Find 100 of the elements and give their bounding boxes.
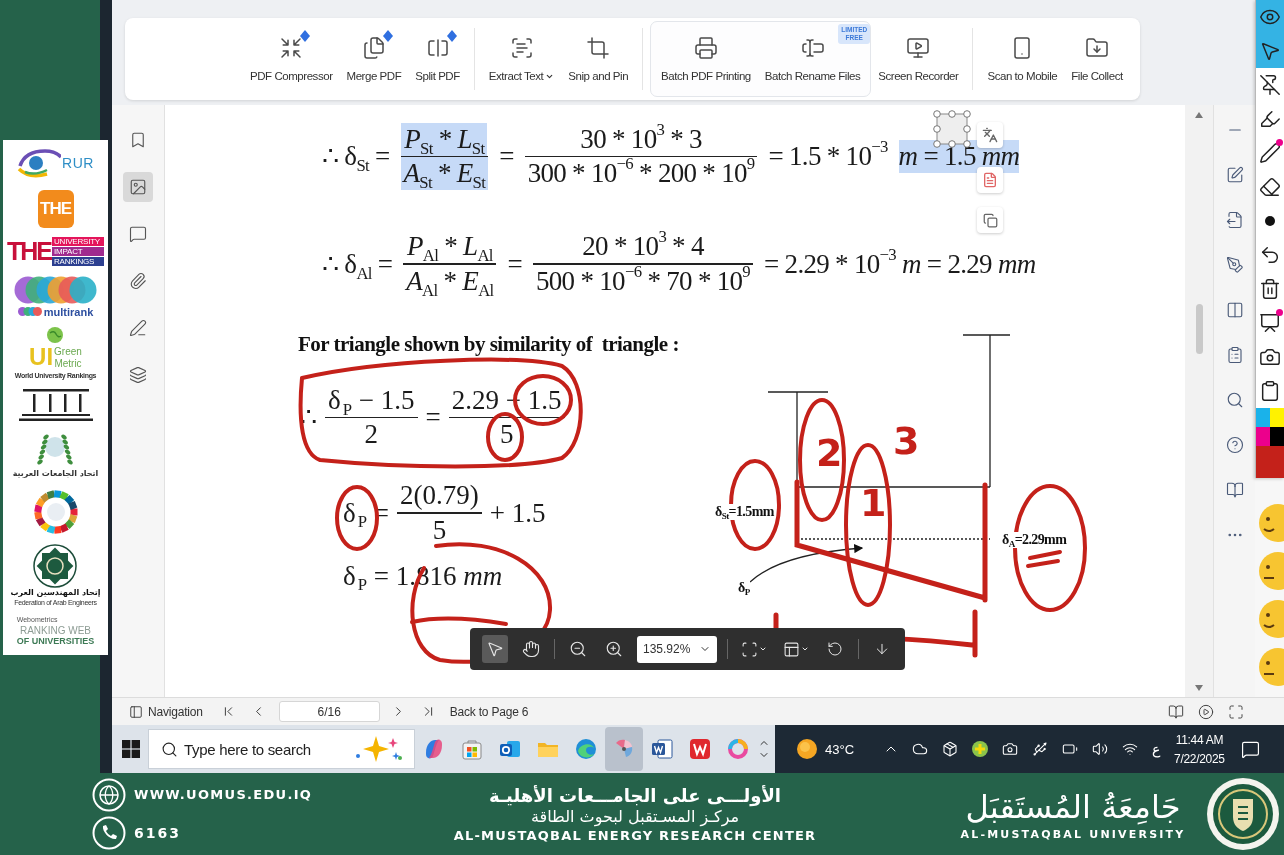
emoji-icon bbox=[1258, 599, 1284, 639]
form-list-icon[interactable] bbox=[1225, 346, 1244, 364]
wave-app-icon bbox=[575, 738, 597, 760]
scroll-up-icon[interactable] bbox=[1195, 112, 1203, 118]
undo-icon bbox=[1259, 244, 1281, 266]
tool-button[interactable]: Merge PDF bbox=[339, 36, 409, 82]
text-cursor-input-icon bbox=[800, 36, 825, 60]
university-seal-icon bbox=[1206, 777, 1280, 851]
translate-button[interactable] bbox=[977, 122, 1003, 148]
website-text: WWW.UOMUS.EDU.IQ bbox=[134, 787, 313, 803]
back-to-page-link[interactable]: Back to Page 6 bbox=[449, 704, 529, 719]
play-icon[interactable] bbox=[1198, 703, 1214, 720]
equation-text: = 1.5 * 10$^{−3}$ bbox=[768, 140, 888, 173]
tool-button[interactable]: Screen Recorder bbox=[871, 36, 966, 82]
caret-icon bbox=[801, 645, 809, 653]
help-icon[interactable] bbox=[1225, 436, 1244, 454]
cloud-icon[interactable] bbox=[912, 741, 929, 757]
pin-off-icon bbox=[1259, 74, 1281, 96]
tool-button[interactable]: Snip and Pin bbox=[561, 36, 636, 82]
book-icon[interactable] bbox=[1225, 481, 1244, 499]
plus-circle-icon[interactable] bbox=[972, 741, 989, 757]
notification-icon[interactable] bbox=[1240, 739, 1260, 759]
eye-tool-button[interactable] bbox=[1256, 0, 1284, 34]
scan-text-icon bbox=[509, 36, 534, 60]
columns-icon[interactable] bbox=[1225, 301, 1244, 319]
fraction-numerator: P$_{St}$ * L$_{St}$ bbox=[401, 123, 488, 156]
equation-text: = bbox=[499, 140, 514, 173]
speaker-icon[interactable] bbox=[1092, 741, 1109, 757]
color-swatch[interactable] bbox=[1256, 427, 1270, 446]
search-icon[interactable] bbox=[1225, 391, 1244, 409]
paperclip-icon bbox=[129, 272, 147, 290]
start-menu-icon bbox=[122, 740, 140, 758]
pen-nib-icon[interactable] bbox=[1225, 256, 1244, 274]
book-icon[interactable] bbox=[1168, 703, 1184, 720]
logo-text: UNIVERSITY bbox=[52, 237, 104, 247]
indicator-dot-icon bbox=[1276, 139, 1283, 146]
navigation-button[interactable]: Navigation bbox=[129, 704, 203, 719]
pointer-icon bbox=[486, 640, 504, 658]
scrollbar-thumb[interactable] bbox=[1195, 304, 1203, 354]
battery-icon[interactable] bbox=[1062, 741, 1079, 757]
fraction-denominator: 500 * 10$^{−6}$ * 70 * 10$^{9}$ bbox=[535, 264, 751, 298]
color-swatch[interactable] bbox=[1270, 408, 1284, 427]
color-wheel-icon bbox=[32, 488, 79, 535]
select-tool-button[interactable] bbox=[482, 635, 508, 663]
sun-icon bbox=[797, 739, 817, 759]
phone-number: 6163 bbox=[134, 824, 181, 842]
search-bar[interactable]: Type here to search bbox=[148, 729, 415, 769]
ring-app-icon bbox=[727, 738, 749, 760]
logo-text: UI bbox=[29, 344, 54, 371]
thumbnails-button[interactable] bbox=[123, 172, 153, 202]
clipboard-icon bbox=[1259, 380, 1281, 402]
layers-icon bbox=[129, 366, 147, 384]
current-color-swatch[interactable] bbox=[1256, 446, 1284, 478]
temperature-text: 43°C bbox=[825, 741, 855, 757]
zoom-field[interactable]: 135.92% bbox=[637, 635, 717, 663]
tool-button[interactable]: PDF Compressor bbox=[243, 36, 340, 82]
package-icon[interactable] bbox=[942, 741, 959, 757]
color-swatch[interactable] bbox=[1270, 427, 1284, 446]
input-language-text[interactable]: ع bbox=[1152, 741, 1161, 757]
tool-button[interactable]: File Collect bbox=[1064, 36, 1130, 82]
clock-time: 11:44 AM bbox=[1175, 732, 1224, 747]
scroll-down-icon[interactable] bbox=[1195, 685, 1203, 691]
diagram-label: δ$_{St}$=1.5mm bbox=[715, 503, 774, 520]
bookmark-icon bbox=[129, 131, 147, 149]
color-swatch[interactable] bbox=[1256, 408, 1270, 427]
zoom-out-icon bbox=[569, 640, 587, 658]
camera-icon[interactable] bbox=[1002, 741, 1019, 757]
file-export-icon[interactable] bbox=[1225, 211, 1244, 229]
hand-icon bbox=[522, 640, 540, 658]
tool-button[interactable]: Split PDF bbox=[408, 36, 467, 82]
pointer-tool-button[interactable] bbox=[1256, 34, 1284, 68]
mail-app-icon bbox=[499, 738, 521, 760]
logo-text: RANKINGS bbox=[52, 257, 104, 267]
thumbnail-icon bbox=[129, 178, 147, 196]
fraction-numerator: 20 * 10$^{3}$ * 4 bbox=[581, 230, 705, 264]
university-name: جَامِعَةُ المُستَقبَل bbox=[965, 786, 1181, 828]
handwritten-number: 1 bbox=[860, 483, 887, 522]
tool-button[interactable]: Batch PDF Printing bbox=[654, 36, 758, 82]
search-field[interactable]: Type here to search bbox=[184, 740, 346, 758]
caret-icon bbox=[759, 645, 767, 653]
copy-button[interactable] bbox=[977, 207, 1003, 233]
highlighter-icon bbox=[1259, 108, 1281, 130]
usb-icon[interactable] bbox=[1032, 741, 1049, 757]
file-icon bbox=[982, 172, 998, 188]
fraction-numerator: δ$_{P}$ − 1.5 bbox=[327, 383, 416, 417]
arrow-down-icon bbox=[874, 641, 890, 657]
wifi-icon[interactable] bbox=[1122, 741, 1139, 757]
logo-text: Green bbox=[54, 345, 82, 357]
pdf-button[interactable] bbox=[977, 167, 1003, 193]
fraction-denominator: A$_{Al}$ * E$_{Al}$ bbox=[404, 264, 495, 298]
fit-frame-icon bbox=[741, 640, 758, 658]
handwritten-number: 2 bbox=[816, 433, 843, 472]
logo-caption: إتحاد المهندسين العرب bbox=[10, 589, 101, 599]
edit-icon[interactable] bbox=[1225, 166, 1244, 184]
diagram-label: δ$_{P}$ bbox=[738, 579, 750, 596]
page-field[interactable]: 6/16 bbox=[278, 701, 380, 722]
tool-button[interactable]: Extract Text bbox=[481, 36, 562, 82]
tool-button[interactable]: Scan to Mobile bbox=[980, 36, 1065, 82]
logo-text: IMPACT bbox=[52, 247, 104, 257]
logo-text: RUR bbox=[62, 156, 94, 172]
